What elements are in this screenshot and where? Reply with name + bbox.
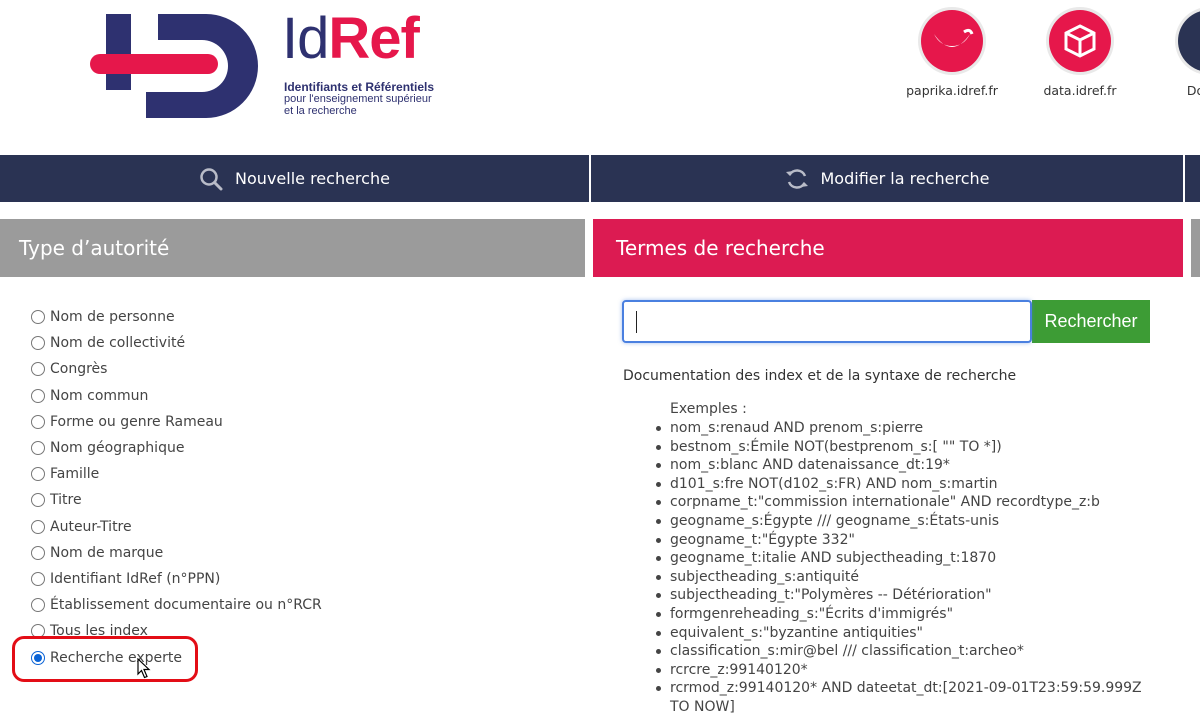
search-input[interactable] bbox=[622, 300, 1032, 343]
logo-subtitle-line3: et la recherche bbox=[284, 105, 357, 117]
radio-button[interactable] bbox=[31, 545, 45, 560]
authority-option-label: Forme ou genre Rameau bbox=[50, 413, 223, 430]
authority-option-label: Identifiant IdRef (n°PPN) bbox=[50, 570, 221, 587]
logo-ref-text: Ref bbox=[328, 6, 419, 71]
authority-option[interactable]: Forme ou genre Rameau bbox=[31, 409, 585, 435]
example-query: rcrmod_z:99140120* AND dateetat_dt:[2021… bbox=[656, 679, 1156, 714]
authority-option-label: Nom géographique bbox=[50, 440, 185, 457]
authority-option[interactable]: Titre bbox=[31, 487, 585, 513]
documentation-link[interactable]: Documentation des index et de la syntaxe… bbox=[623, 368, 1016, 384]
example-query: nom_s:renaud AND prenom_s:pierre bbox=[656, 419, 1156, 438]
radio-button[interactable] bbox=[31, 571, 45, 586]
search-terms-panel: Termes de recherche Rechercher Documenta… bbox=[593, 219, 1183, 714]
authority-option[interactable]: Nom commun bbox=[31, 383, 585, 409]
radio-button[interactable] bbox=[31, 441, 45, 456]
refresh-icon bbox=[785, 167, 809, 191]
authority-option[interactable]: Identifiant IdRef (n°PPN) bbox=[31, 566, 585, 592]
app-link-paprika-label: paprika.idref.fr bbox=[906, 83, 998, 98]
radio-button[interactable] bbox=[31, 598, 45, 613]
example-query: geogname_s:Égypte /// geogname_s:États-u… bbox=[656, 512, 1156, 531]
site-header: IdRef Identifiants et Référentiels pour … bbox=[0, 0, 1200, 155]
search-terms-title: Termes de recherche bbox=[593, 219, 1183, 277]
authority-option[interactable]: Établissement documentaire ou n°RCR bbox=[31, 592, 585, 618]
nav-separator-2 bbox=[1183, 155, 1185, 202]
authority-option[interactable]: Nom géographique bbox=[31, 435, 585, 461]
app-link-documentation-label: Docum bbox=[1186, 83, 1200, 98]
example-query: bestnom_s:Émile NOT(bestprenom_s:[ "" TO… bbox=[656, 438, 1156, 457]
examples-title: Exemples : bbox=[670, 401, 747, 417]
radio-button[interactable] bbox=[31, 336, 45, 351]
authority-option-label: Titre bbox=[50, 492, 82, 509]
logo-id-text: Id bbox=[282, 6, 329, 71]
authority-option[interactable]: Congrès bbox=[31, 356, 585, 382]
authority-option[interactable]: Famille bbox=[31, 461, 585, 487]
example-query: subjectheading_t:"Polymères -- Détériora… bbox=[656, 586, 1156, 605]
example-query: rcrcre_z:99140120* bbox=[656, 661, 1156, 680]
authority-option[interactable]: Nom de marque bbox=[31, 540, 585, 566]
example-query: equivalent_s:"byzantine antiquities" bbox=[656, 624, 1156, 643]
authority-option-label: Famille bbox=[50, 466, 100, 483]
example-query: nom_s:blanc AND datenaissance_dt:19* bbox=[656, 456, 1156, 475]
example-query: geogname_t:"Égypte 332" bbox=[656, 531, 1156, 550]
radio-button[interactable] bbox=[31, 310, 45, 325]
authority-option-label: Auteur-Titre bbox=[50, 518, 132, 535]
mouse-cursor-icon bbox=[137, 657, 151, 683]
example-query: geogname_t:italie AND subjectheading_t:1… bbox=[656, 549, 1156, 568]
paprika-icon bbox=[921, 10, 983, 72]
example-query: d101_s:fre NOT(d102_s:FR) AND nom_s:mart… bbox=[656, 475, 1156, 494]
modify-search-button[interactable]: Modifier la recherche bbox=[591, 155, 1183, 202]
app-link-paprika[interactable]: paprika.idref.fr bbox=[897, 10, 1007, 98]
example-query: subjectheading_s:antiquité bbox=[656, 568, 1156, 587]
example-query: corpname_t:"commission internationale" A… bbox=[656, 493, 1156, 512]
logo-wordmark: IdRef bbox=[282, 4, 420, 74]
action-bar: Nouvelle recherche Modifier la recherche bbox=[0, 155, 1200, 202]
radio-button[interactable] bbox=[31, 362, 45, 377]
radio-button[interactable] bbox=[31, 519, 45, 534]
idref-logo[interactable]: IdRef Identifiants et Référentiels pour … bbox=[88, 6, 468, 123]
authority-option-label: Nom commun bbox=[50, 387, 149, 404]
radio-button[interactable] bbox=[31, 414, 45, 429]
authority-option-label: Congrès bbox=[50, 361, 108, 378]
authority-option-label: Établissement documentaire ou n°RCR bbox=[50, 597, 322, 614]
authority-option-label: Nom de personne bbox=[50, 309, 175, 326]
new-search-button[interactable]: Nouvelle recherche bbox=[0, 155, 589, 202]
authority-type-list: Nom de personne Nom de collectivité Congrè… bbox=[0, 277, 585, 671]
authority-option-label: Nom de marque bbox=[50, 544, 164, 561]
examples-list: nom_s:renaud AND prenom_s:pierre bestnom_… bbox=[656, 419, 1156, 714]
example-query: formgenreheading_s:"Écrits d'immigrés" bbox=[656, 605, 1156, 624]
authority-option-label: Nom de collectivité bbox=[50, 335, 186, 352]
authority-option[interactable]: Nom de personne bbox=[31, 304, 585, 330]
radio-button[interactable] bbox=[31, 467, 45, 482]
app-link-data[interactable]: data.idref.fr bbox=[1025, 10, 1135, 98]
search-row: Rechercher bbox=[622, 300, 1150, 343]
idref-logo-mark bbox=[90, 14, 258, 118]
text-caret bbox=[636, 311, 637, 333]
app-link-documentation[interactable]: Docum bbox=[1154, 10, 1200, 98]
example-query: classification_s:mir@bel /// classificat… bbox=[656, 642, 1156, 661]
logo-subtitle-line1: Identifiants et Référentiels bbox=[284, 80, 435, 94]
annotation-highlight-circle bbox=[12, 636, 198, 682]
data-cube-icon bbox=[1049, 10, 1111, 72]
modify-search-label: Modifier la recherche bbox=[820, 169, 990, 188]
logo-subtitle: Identifiants et Référentiels pour l'ense… bbox=[284, 81, 484, 117]
authority-option[interactable]: Nom de collectivité bbox=[31, 330, 585, 356]
authority-type-title: Type d’autorité bbox=[0, 219, 585, 277]
new-search-label: Nouvelle recherche bbox=[235, 169, 390, 188]
search-icon bbox=[199, 167, 223, 191]
search-button[interactable]: Rechercher bbox=[1032, 300, 1150, 343]
authority-option[interactable]: Auteur-Titre bbox=[31, 514, 585, 540]
radio-button[interactable] bbox=[31, 388, 45, 403]
logo-subtitle-line2: pour l'enseignement supérieur bbox=[284, 93, 432, 105]
right-panel-header-partial bbox=[1191, 219, 1200, 277]
documentation-icon bbox=[1178, 10, 1200, 72]
radio-button[interactable] bbox=[31, 493, 45, 508]
app-link-data-label: data.idref.fr bbox=[1043, 83, 1117, 98]
